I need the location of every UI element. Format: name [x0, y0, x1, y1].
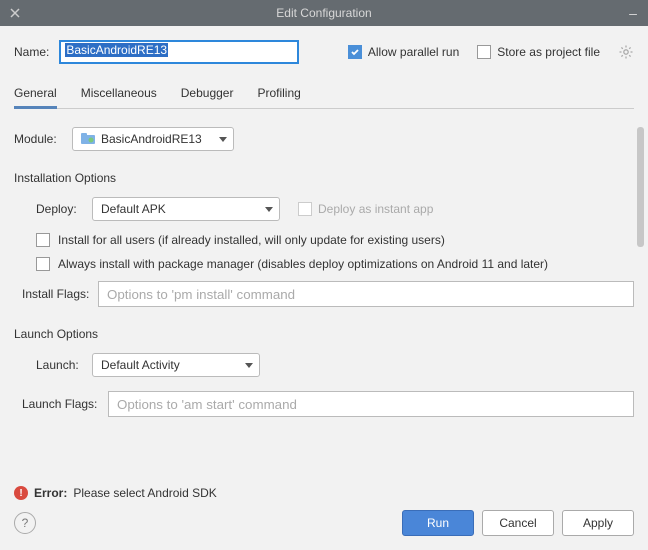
window-title: Edit Configuration: [22, 6, 626, 20]
launch-value: Default Activity: [101, 358, 180, 372]
gear-icon[interactable]: [618, 44, 634, 60]
help-button[interactable]: ?: [14, 512, 36, 534]
install-all-users-checkbox[interactable]: Install for all users (if already instal…: [36, 233, 634, 247]
module-label: Module:: [14, 132, 72, 146]
store-project-checkbox[interactable]: Store as project file: [477, 45, 600, 59]
checkbox-icon: [36, 257, 50, 271]
installation-options-title: Installation Options: [14, 171, 634, 185]
install-flags-label: Install Flags:: [22, 287, 98, 301]
allow-parallel-checkbox[interactable]: Allow parallel run: [348, 45, 459, 59]
tab-debugger[interactable]: Debugger: [181, 80, 234, 108]
launch-label: Launch:: [36, 358, 92, 372]
checkbox-icon: [477, 45, 491, 59]
error-message: Please select Android SDK: [73, 486, 216, 500]
store-project-label: Store as project file: [497, 45, 600, 59]
titlebar: Edit Configuration –: [0, 0, 648, 26]
launch-flags-input[interactable]: [108, 391, 634, 417]
name-input-value: BasicAndroidRE13: [65, 43, 168, 57]
error-prefix: Error:: [34, 486, 67, 500]
deploy-label: Deploy:: [36, 202, 92, 216]
minimize-icon[interactable]: –: [626, 5, 640, 21]
deploy-value: Default APK: [101, 202, 166, 216]
module-select[interactable]: BasicAndroidRE13: [72, 127, 234, 151]
always-pm-checkbox[interactable]: Always install with package manager (dis…: [36, 257, 634, 271]
apply-button[interactable]: Apply: [562, 510, 634, 536]
always-pm-label: Always install with package manager (dis…: [58, 257, 548, 271]
tabs: General Miscellaneous Debugger Profiling: [14, 80, 634, 109]
checkbox-icon: [298, 202, 312, 216]
deploy-select[interactable]: Default APK: [92, 197, 280, 221]
name-label: Name:: [14, 45, 49, 59]
tab-profiling[interactable]: Profiling: [257, 80, 300, 108]
tab-general[interactable]: General: [14, 80, 57, 108]
close-icon[interactable]: [8, 6, 22, 20]
error-row: ! Error: Please select Android SDK: [0, 480, 648, 510]
install-all-users-label: Install for all users (if already instal…: [58, 233, 445, 247]
module-value: BasicAndroidRE13: [101, 132, 202, 146]
cancel-button[interactable]: Cancel: [482, 510, 554, 536]
launch-flags-label: Launch Flags:: [22, 397, 108, 411]
deploy-instant-checkbox: Deploy as instant app: [298, 202, 433, 216]
error-icon: !: [14, 486, 28, 500]
deploy-instant-label: Deploy as instant app: [318, 202, 433, 216]
scrollbar[interactable]: [637, 127, 644, 247]
chevron-down-icon: [219, 137, 227, 142]
allow-parallel-label: Allow parallel run: [368, 45, 459, 59]
checkbox-icon: [348, 45, 362, 59]
launch-options-title: Launch Options: [14, 327, 634, 341]
launch-select[interactable]: Default Activity: [92, 353, 260, 377]
run-button[interactable]: Run: [402, 510, 474, 536]
tab-miscellaneous[interactable]: Miscellaneous: [81, 80, 157, 108]
module-icon: [81, 133, 95, 145]
chevron-down-icon: [245, 363, 253, 368]
chevron-down-icon: [265, 207, 273, 212]
install-flags-input[interactable]: [98, 281, 634, 307]
checkbox-icon: [36, 233, 50, 247]
name-input[interactable]: BasicAndroidRE13: [59, 40, 299, 64]
